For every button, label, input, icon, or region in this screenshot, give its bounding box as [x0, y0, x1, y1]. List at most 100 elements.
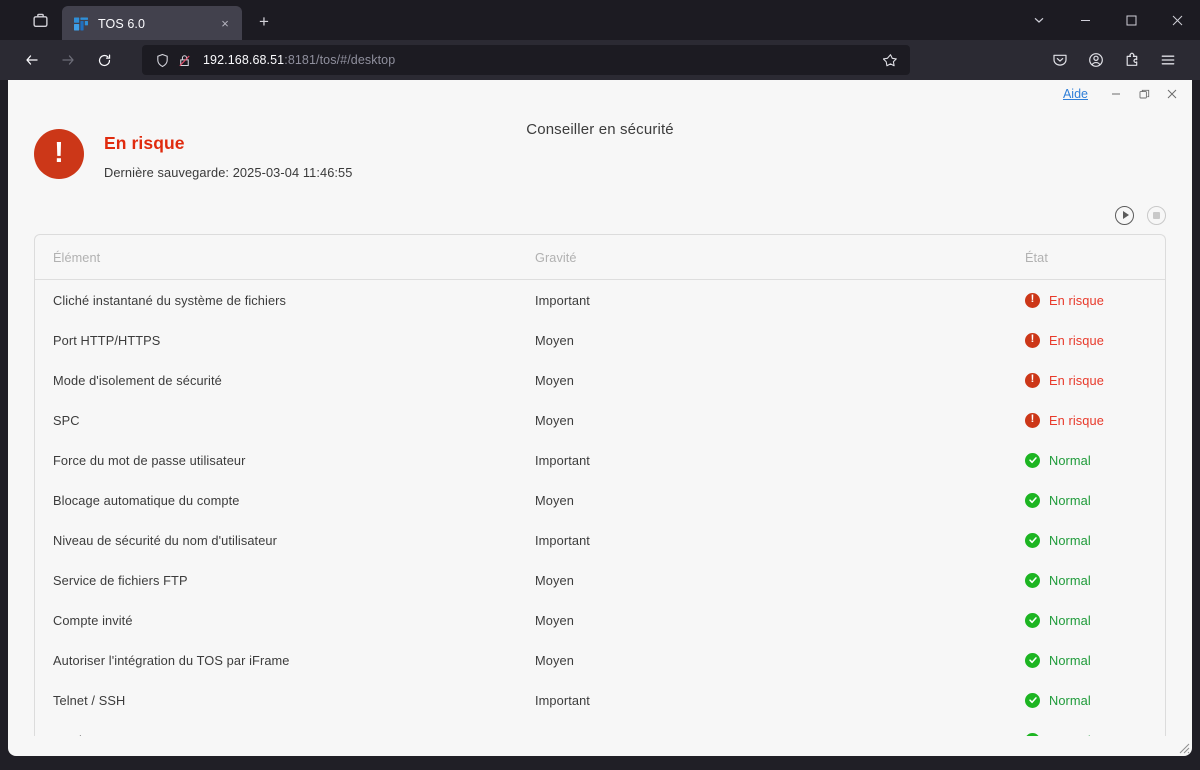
table-row[interactable]: Telnet / SSH Important Normal	[35, 680, 1165, 720]
status-label: Normal	[1049, 492, 1091, 508]
app-minimize-icon[interactable]	[1102, 81, 1130, 107]
check-circle-icon	[1025, 572, 1040, 588]
hamburger-menu-icon[interactable]	[1152, 44, 1184, 76]
window-minimize-icon[interactable]	[1062, 0, 1108, 40]
alert-circle-icon	[1025, 372, 1040, 388]
browser-window: TOS 6.0 × + 192.168.68.51:8181/tos/#/des…	[0, 0, 1200, 770]
cell-severity: Moyen	[535, 720, 1025, 737]
status-badge: En risque	[1025, 372, 1165, 388]
status-label: Normal	[1049, 612, 1091, 628]
help-link[interactable]: Aide	[1063, 87, 1088, 101]
table-row[interactable]: Service de fichiers FTP Moyen Normal	[35, 560, 1165, 600]
check-circle-icon	[1025, 612, 1040, 628]
status-badge: En risque	[1025, 332, 1165, 348]
cell-element: Mode d'isolement de sécurité	[53, 372, 222, 388]
cell-state: En risque	[1025, 400, 1165, 440]
status-badge: Normal	[1025, 452, 1165, 468]
table-header: Élément Gravité État	[35, 235, 1165, 280]
cell-state: En risque	[1025, 360, 1165, 400]
cell-state: Normal	[1025, 600, 1165, 640]
app-restore-icon[interactable]	[1130, 81, 1158, 107]
tab-close-icon[interactable]: ×	[216, 15, 234, 33]
cell-element: Niveau de sécurité du nom d'utilisateur	[53, 532, 278, 548]
cell-severity: Moyen	[535, 492, 574, 508]
status-label: En risque	[1049, 332, 1104, 348]
alert-circle-icon	[1025, 412, 1040, 428]
app-close-icon[interactable]	[1158, 81, 1186, 107]
cell-severity: Important	[535, 532, 590, 548]
window-resize-grip[interactable]	[1176, 740, 1190, 754]
status-badge: En risque	[1025, 412, 1165, 428]
pocket-icon[interactable]	[1044, 44, 1076, 76]
tos-logo-icon	[73, 16, 89, 32]
status-badge: Normal	[1025, 612, 1165, 628]
firefox-view-button[interactable]	[20, 3, 60, 37]
security-items-table: Élément Gravité État Cliché instantané d…	[35, 235, 1165, 736]
cell-element: Autoriser l'intégration du TOS par iFram…	[53, 652, 290, 668]
table-row[interactable]: Blocage automatique du compte Moyen Normal	[35, 480, 1165, 520]
table-body: Cliché instantané du système de fichiers…	[35, 280, 1165, 736]
overall-status-block: ! En risque Dernière sauvegarde: 2025-03…	[34, 108, 1192, 180]
browser-tab-bar: TOS 6.0 × +	[0, 0, 1200, 41]
star-icon[interactable]	[876, 46, 904, 74]
status-badge: Normal	[1025, 652, 1165, 668]
status-label: Normal	[1049, 652, 1091, 668]
alert-exclamation-glyph: !	[54, 136, 64, 169]
cell-severity: Moyen	[535, 332, 574, 348]
column-header-severity[interactable]: Gravité	[535, 235, 1025, 280]
start-scan-button[interactable]	[1115, 205, 1134, 225]
account-icon[interactable]	[1080, 44, 1112, 76]
shield-icon[interactable]	[153, 51, 172, 70]
check-circle-icon	[1025, 532, 1040, 548]
window-maximize-icon[interactable]	[1108, 0, 1154, 40]
cell-state: Normal	[1025, 440, 1165, 480]
security-items-table-container: Élément Gravité État Cliché instantané d…	[34, 234, 1166, 736]
status-badge: Normal	[1025, 492, 1165, 508]
column-header-state[interactable]: État	[1025, 235, 1165, 280]
status-label: En risque	[1049, 372, 1104, 388]
window-close-icon[interactable]	[1154, 0, 1200, 40]
forward-button-icon[interactable]	[52, 44, 84, 76]
cell-severity: Important	[535, 452, 590, 468]
table-row[interactable]: Cliché instantané du système de fichiers…	[35, 280, 1165, 321]
lock-crossed-out-icon[interactable]	[175, 51, 194, 70]
table-row[interactable]: Force du mot de passe utilisateur Importa…	[35, 440, 1165, 480]
table-row[interactable]: SPC Moyen En risque	[35, 400, 1165, 440]
url-bar[interactable]: 192.168.68.51:8181/tos/#/desktop	[142, 45, 910, 75]
cell-state: En risque	[1025, 320, 1165, 360]
cell-severity: Important	[535, 292, 590, 308]
alert-circle-icon	[1025, 292, 1040, 308]
list-all-tabs-icon[interactable]	[1016, 0, 1062, 40]
browser-tab[interactable]: TOS 6.0 ×	[62, 6, 242, 41]
status-label: Normal	[1049, 532, 1091, 548]
table-row[interactable]: Niveau de sécurité du nom d'utilisateur I…	[35, 520, 1165, 560]
scan-action-toolbar	[8, 200, 1192, 230]
check-circle-icon	[1025, 492, 1040, 508]
new-tab-button[interactable]: +	[249, 7, 279, 37]
status-badge: Normal	[1025, 732, 1165, 736]
status-badge: Normal	[1025, 692, 1165, 708]
table-row[interactable]: Mode d'isolement de sécurité Moyen En risq…	[35, 360, 1165, 400]
check-circle-icon	[1025, 732, 1040, 736]
page-title: Conseiller en sécurité	[526, 121, 674, 138]
table-header-row: Élément Gravité État	[35, 235, 1165, 280]
stop-scan-button[interactable]	[1147, 205, 1166, 225]
table-row[interactable]: Version TOSMoyen Normal	[35, 720, 1165, 736]
table-row[interactable]: Autoriser l'intégration du TOS par iFram…	[35, 640, 1165, 680]
cell-element: SPC	[53, 412, 80, 428]
back-button-icon[interactable]	[16, 44, 48, 76]
check-circle-icon	[1025, 452, 1040, 468]
cell-element: Cliché instantané du système de fichiers	[53, 292, 287, 308]
status-label: En risque	[1049, 412, 1104, 428]
app-header: Conseiller en sécurité ! En risque Derni…	[8, 108, 1192, 200]
reload-button-icon[interactable]	[88, 44, 120, 76]
table-row[interactable]: Compte invité Moyen Normal	[35, 600, 1165, 640]
table-row[interactable]: Port HTTP/HTTPS Moyen En risque	[35, 320, 1165, 360]
alert-circle-icon	[1025, 332, 1040, 348]
extensions-icon[interactable]	[1116, 44, 1148, 76]
status-label: Normal	[1049, 452, 1091, 468]
cell-state: Normal	[1025, 680, 1165, 720]
play-icon	[1122, 211, 1129, 219]
column-header-element[interactable]: Élément	[35, 235, 535, 280]
cell-state: Normal	[1025, 720, 1165, 736]
